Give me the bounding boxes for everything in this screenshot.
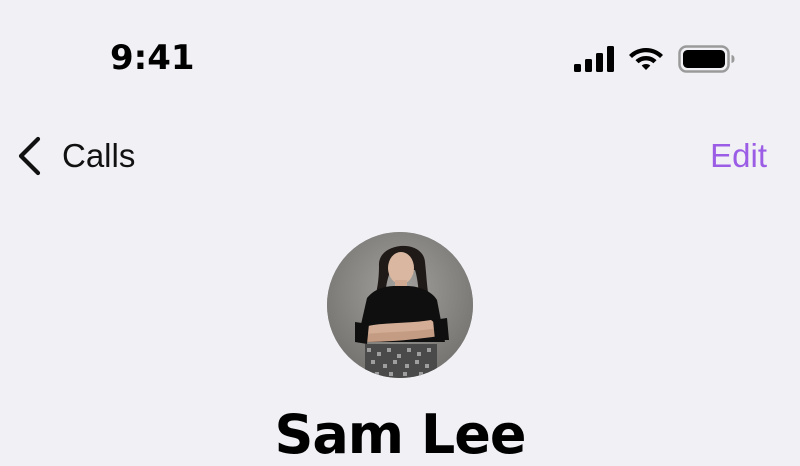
chevron-left-icon [18,136,41,176]
contact-name: Sam Lee [274,403,526,466]
status-bar: 9:41 [0,0,800,120]
wifi-icon [629,48,663,70]
signal-icon [574,46,614,72]
back-label: Calls [62,137,136,174]
back-button[interactable]: Calls [16,134,135,178]
navigation-bar: Calls Edit [0,120,800,190]
battery-icon [678,45,735,73]
edit-button[interactable]: Edit [710,134,767,178]
status-time: 9:41 [110,38,195,78]
avatar-photo [327,232,473,378]
avatar[interactable] [327,232,473,378]
